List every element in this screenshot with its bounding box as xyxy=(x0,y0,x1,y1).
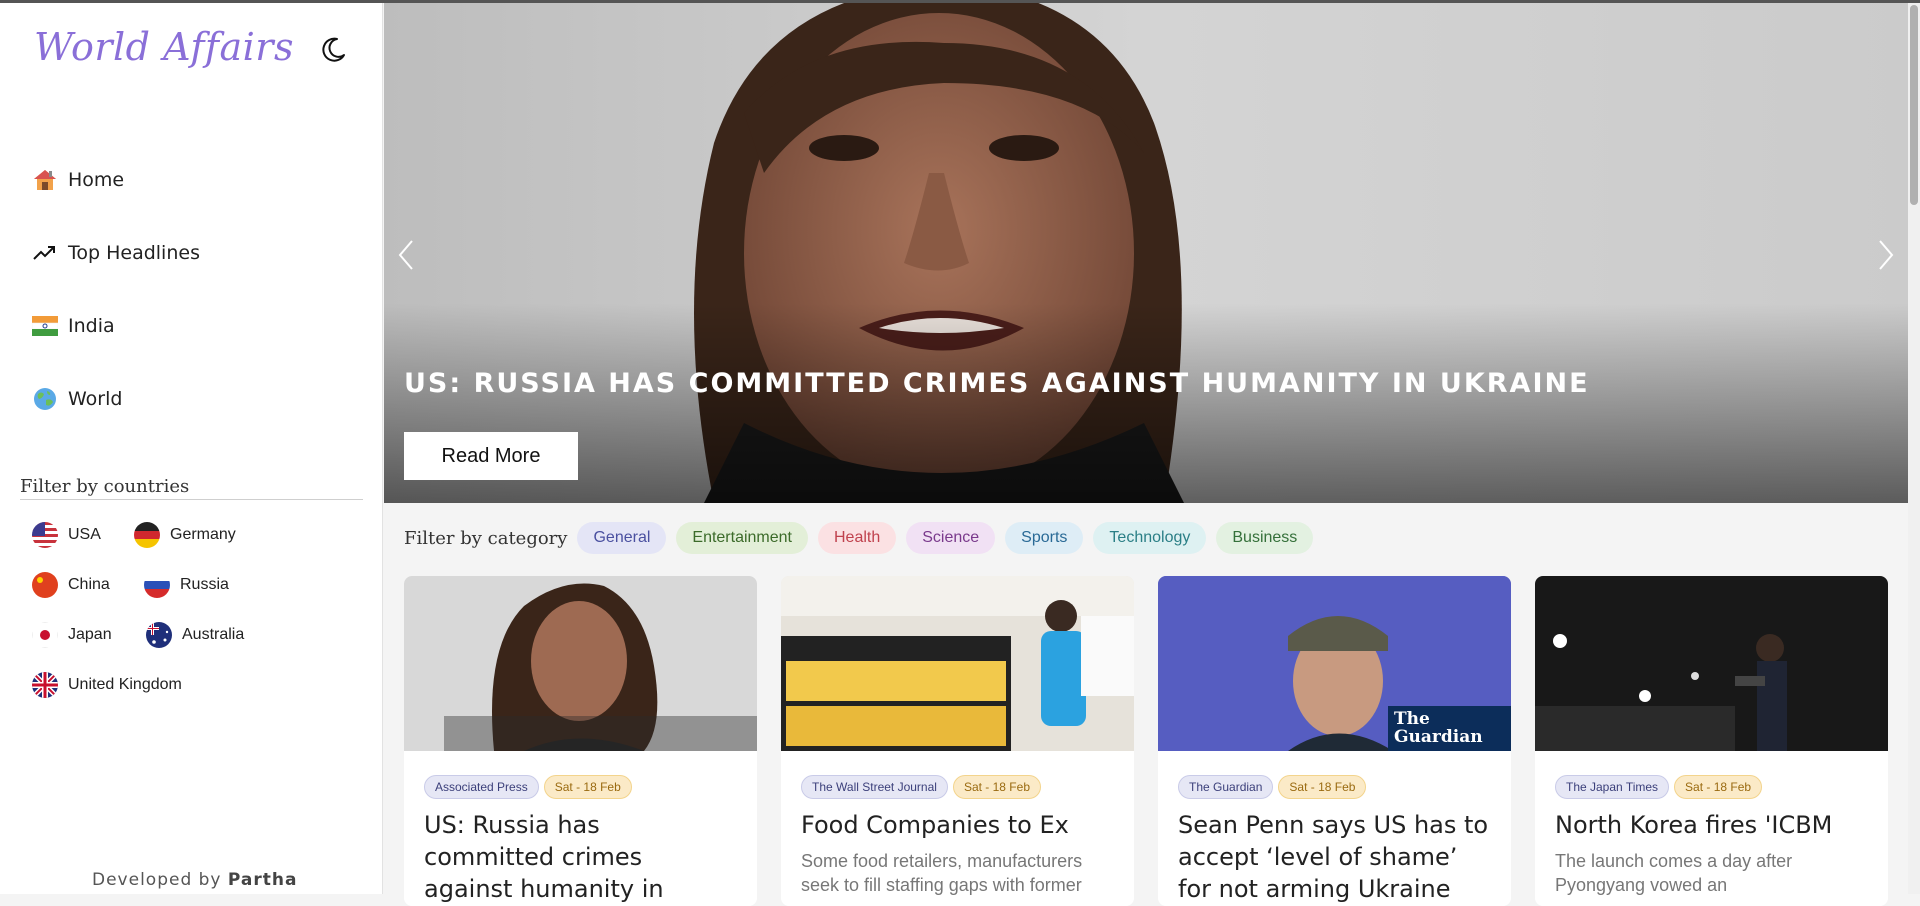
hero-title: US: RUSSIA HAS COMMITTED CRIMES AGAINST … xyxy=(404,368,1590,399)
nav-label: India xyxy=(68,314,115,337)
country-name: Australia xyxy=(182,626,245,643)
nav-item-india[interactable]: India xyxy=(32,289,200,362)
carousel-next-button[interactable] xyxy=(1870,235,1900,275)
date-badge: Sat - 18 Feb xyxy=(952,775,1041,799)
russia-flag-icon xyxy=(144,572,170,598)
nav-item-home[interactable]: Home xyxy=(32,143,200,216)
trending-up-icon xyxy=(32,240,58,266)
date-badge: Sat - 18 Feb xyxy=(543,775,632,799)
main-nav: Home Top Headlines India World xyxy=(32,143,200,435)
country-japan[interactable]: Japan xyxy=(32,622,112,648)
news-card-image xyxy=(781,576,1134,751)
hero-gradient-overlay xyxy=(384,303,1908,503)
dark-mode-toggle[interactable] xyxy=(318,35,348,65)
sidebar: World Affairs Home Top Headlines India W… xyxy=(0,3,383,894)
app-logo[interactable]: World Affairs xyxy=(34,25,294,69)
news-card-title: North Korea fires 'ICBM xyxy=(1555,811,1833,839)
news-card-title: US: Russia has committed crimes against … xyxy=(424,811,664,903)
country-name: Japan xyxy=(68,626,112,643)
guardian-logo: The Guardian xyxy=(1394,709,1483,747)
page-scrollbar[interactable] xyxy=(1908,3,1920,894)
country-usa[interactable]: USA xyxy=(32,522,101,548)
germany-flag-icon xyxy=(134,522,160,548)
country-name: Russia xyxy=(180,576,229,593)
category-chip-general[interactable]: General xyxy=(577,522,667,554)
category-filter-bar: Filter by category General Entertainment… xyxy=(404,522,1323,554)
country-china[interactable]: China xyxy=(32,572,110,598)
credit-author[interactable]: Partha xyxy=(228,870,298,890)
news-card[interactable]: The Guardian The Guardian Sat - 18 Feb S… xyxy=(1158,576,1511,906)
hero-carousel: US: RUSSIA HAS COMMITTED CRIMES AGAINST … xyxy=(384,3,1908,503)
news-card-image: The Guardian xyxy=(1158,576,1511,751)
uk-flag-icon xyxy=(32,672,58,698)
news-card[interactable]: The Japan Times Sat - 18 Feb North Korea… xyxy=(1535,576,1888,906)
globe-icon xyxy=(32,386,58,412)
source-badge: The Guardian xyxy=(1178,775,1274,799)
home-icon xyxy=(32,167,58,193)
nav-item-top-headlines[interactable]: Top Headlines xyxy=(32,216,200,289)
category-chip-entertainment[interactable]: Entertainment xyxy=(676,522,808,554)
us-flag-icon xyxy=(32,522,58,548)
india-flag-icon xyxy=(32,313,58,339)
nav-label: World xyxy=(68,387,123,410)
moon-icon xyxy=(322,37,345,62)
country-united-kingdom[interactable]: United Kingdom xyxy=(32,672,182,698)
chevron-left-icon xyxy=(398,240,413,270)
category-chip-business[interactable]: Business xyxy=(1216,522,1314,554)
date-badge: Sat - 18 Feb xyxy=(1278,775,1367,799)
category-chip-technology[interactable]: Technology xyxy=(1093,522,1207,554)
window-top-edge xyxy=(0,0,1920,3)
nav-label: Top Headlines xyxy=(68,241,200,264)
news-card-image xyxy=(1535,576,1888,751)
japan-flag-icon xyxy=(32,622,58,648)
news-card[interactable]: The Wall Street Journal Sat - 18 Feb Foo… xyxy=(781,576,1134,906)
country-name: China xyxy=(68,576,110,593)
nav-label: Home xyxy=(68,168,125,191)
news-card[interactable]: Associated Press Sat - 18 Feb US: Russia… xyxy=(404,576,757,906)
news-card-image xyxy=(404,576,757,751)
country-name: USA xyxy=(68,526,101,543)
news-card-title: Food Companies to Ex xyxy=(801,811,1069,839)
category-chip-health[interactable]: Health xyxy=(818,522,897,554)
news-card-description: Some food retailers, manufacturers seek … xyxy=(801,851,1083,895)
credit-prefix: Developed by xyxy=(92,870,222,890)
china-flag-icon xyxy=(32,572,58,598)
date-badge: Sat - 18 Feb xyxy=(1674,775,1763,799)
source-badge: The Japan Times xyxy=(1555,775,1670,799)
nav-item-world[interactable]: World xyxy=(32,362,200,435)
australia-flag-icon xyxy=(146,622,172,648)
category-filter-label: Filter by category xyxy=(404,527,568,549)
category-chip-sports[interactable]: Sports xyxy=(1005,522,1084,554)
country-australia[interactable]: Australia xyxy=(146,622,244,648)
country-filter-title: Filter by countries xyxy=(20,476,190,497)
country-germany[interactable]: Germany xyxy=(134,522,236,548)
chevron-right-icon xyxy=(1879,240,1894,270)
developer-credit: Developed by Partha xyxy=(92,870,297,890)
country-name: Germany xyxy=(170,526,236,543)
scrollbar-thumb[interactable] xyxy=(1910,5,1918,205)
divider xyxy=(20,499,363,500)
carousel-prev-button[interactable] xyxy=(392,235,422,275)
country-russia[interactable]: Russia xyxy=(144,572,229,598)
news-card-description: The launch comes a day after Pyongyang v… xyxy=(1555,851,1793,895)
source-badge: Associated Press xyxy=(424,775,539,799)
read-more-button[interactable]: Read More xyxy=(404,432,578,480)
source-badge: The Wall Street Journal xyxy=(801,775,948,799)
category-chip-science[interactable]: Science xyxy=(906,522,996,554)
news-card-title: Sean Penn says US has to accept ‘level o… xyxy=(1178,811,1489,903)
country-name: United Kingdom xyxy=(68,676,182,693)
